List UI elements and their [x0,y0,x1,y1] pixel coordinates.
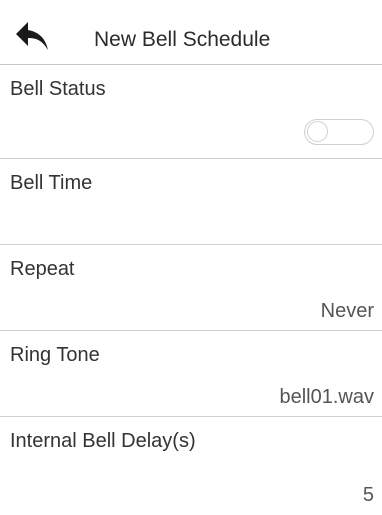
bell-status-row[interactable]: Bell Status [0,64,382,158]
page-title: New Bell Schedule [94,28,271,51]
internal-bell-delay-value: 5 [362,484,374,506]
internal-bell-delay-label: Internal Bell Delay(s) [10,430,196,452]
toggle-knob [307,121,328,142]
back-button[interactable] [14,20,54,56]
bell-status-label: Bell Status [10,78,106,100]
repeat-label: Repeat [10,258,75,280]
internal-bell-delay-row[interactable]: Internal Bell Delay(s) 5 [0,416,382,515]
ring-tone-row[interactable]: Ring Tone bell01.wav [0,330,382,416]
settings-list: Bell Status Bell Time Repeat Never Ring … [0,64,382,515]
bell-time-row[interactable]: Bell Time [0,158,382,244]
repeat-row[interactable]: Repeat Never [0,244,382,330]
back-arrow-icon [16,22,48,50]
bell-status-toggle[interactable] [304,119,374,145]
bell-time-label: Bell Time [10,172,93,194]
ring-tone-value: bell01.wav [279,386,374,408]
ring-tone-label: Ring Tone [10,344,100,366]
repeat-value: Never [320,300,374,322]
